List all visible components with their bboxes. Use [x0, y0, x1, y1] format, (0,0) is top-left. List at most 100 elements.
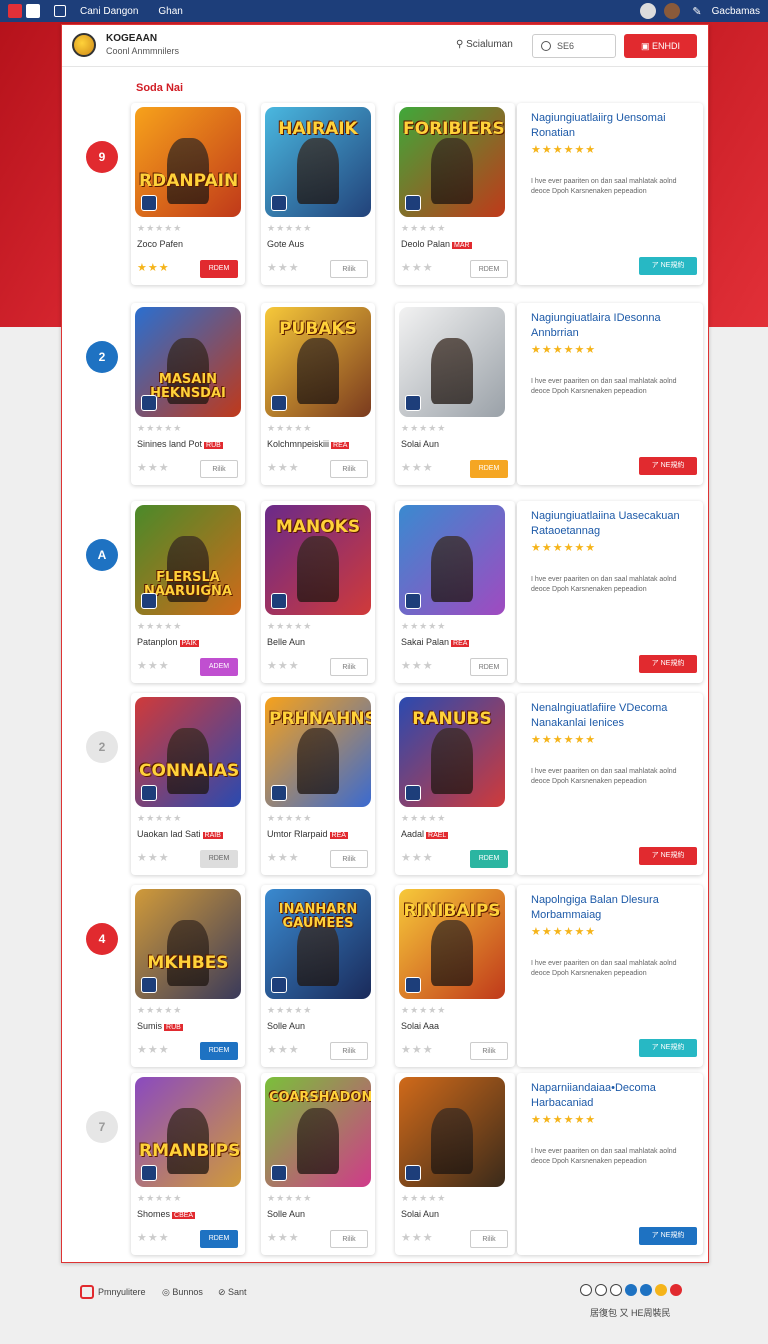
game-card[interactable]: COARSHADON ★★★★★ Solle Aun ★★★ Rilik: [261, 1073, 375, 1255]
header-action-button[interactable]: ▣ ENHDI: [624, 34, 697, 58]
avatar[interactable]: [664, 3, 681, 19]
rating-stars: ★★★★★: [267, 223, 313, 233]
tray-icon[interactable]: [54, 5, 66, 17]
game-detail-title[interactable]: Naparniiandaiaa•Decoma Harbacaniad: [531, 1081, 691, 1111]
app-logo-alt-icon[interactable]: [26, 4, 40, 18]
card-action-button[interactable]: RDEM: [470, 460, 508, 478]
detail-action-button[interactable]: ア NE規約: [639, 1227, 697, 1245]
platform-icon: [405, 977, 421, 993]
game-card[interactable]: ★★★★★ Solai Aun ★★★ RDEM: [395, 303, 515, 485]
game-card[interactable]: HAIRAIK ★★★★★ Gote Aus ★★★ Rilik: [261, 103, 375, 285]
game-thumbnail[interactable]: PUBAKS: [265, 307, 371, 417]
game-detail-title[interactable]: Nagiungiuatlaiirg Uensomai Ronatian: [531, 111, 691, 141]
game-thumbnail[interactable]: HAIRAIK: [265, 107, 371, 217]
detail-action-button[interactable]: ア NE規約: [639, 847, 697, 865]
rating-stars: ★★★: [401, 660, 434, 672]
game-thumbnail[interactable]: [399, 1077, 505, 1187]
detail-action-button[interactable]: ア NE規約: [639, 655, 697, 673]
game-card[interactable]: CONNAIAS ★★★★★ Uaokan lad Sati RAIB ★★★ R…: [131, 693, 245, 875]
card-action-button[interactable]: ADEM: [200, 658, 238, 676]
game-thumbnail[interactable]: INANHARN GAUMEES: [265, 889, 371, 999]
game-detail-card[interactable]: Nagiungiuatlaiina Uasecakuan Rataoetanna…: [517, 501, 703, 683]
game-card[interactable]: PUBAKS ★★★★★ Kolchmnpeiskiii REA ★★★ Rili…: [261, 303, 375, 485]
social-icon[interactable]: [610, 1284, 622, 1296]
game-thumbnail[interactable]: COARSHADON: [265, 1077, 371, 1187]
game-thumbnail[interactable]: FORIBIERS: [399, 107, 505, 217]
game-card[interactable]: MANOKS ★★★★★ Belle Aun ★★★ Rilik: [261, 501, 375, 683]
game-tag: RUB: [164, 1024, 183, 1031]
game-detail-title[interactable]: Napolngiga Balan Dlesura Morbammaiag: [531, 893, 691, 923]
card-action-button[interactable]: Rilik: [200, 460, 238, 478]
card-action-button[interactable]: RDEM: [200, 1230, 238, 1248]
card-action-button[interactable]: Rilik: [470, 1042, 508, 1060]
card-action-button[interactable]: RDEM: [470, 850, 508, 868]
card-action-button[interactable]: Rilik: [470, 1230, 508, 1248]
game-card[interactable]: MASAIN HEKNSDAI ★★★★★ Sinines land Pot RU…: [131, 303, 245, 485]
card-action-button[interactable]: Rilik: [330, 260, 368, 278]
game-detail-card[interactable]: Nagiungiuatlaira IDesonna Annbrrian ★★★★…: [517, 303, 703, 485]
game-card[interactable]: INANHARN GAUMEES ★★★★★ Solle Aun ★★★ Ril…: [261, 885, 375, 1067]
game-detail-title[interactable]: Nagiungiuatlaira IDesonna Annbrrian: [531, 311, 691, 341]
footer-link-2[interactable]: ◎ Bunnos: [162, 1287, 203, 1298]
game-name: Solai Aaa: [401, 1021, 440, 1031]
footer-link-3[interactable]: ⊘ Sant: [218, 1287, 247, 1298]
avatar[interactable]: [640, 3, 657, 19]
social-icon[interactable]: [625, 1284, 637, 1296]
game-detail-title[interactable]: Nagiungiuatlaiina Uasecakuan Rataoetanna…: [531, 509, 691, 539]
social-icon[interactable]: [580, 1284, 592, 1296]
game-thumbnail[interactable]: MANOKS: [265, 505, 371, 615]
card-action-button[interactable]: Rilik: [330, 1230, 368, 1248]
game-card[interactable]: RMANBIPS ★★★★★ Shomes CBEA ★★★ RDEM: [131, 1073, 245, 1255]
game-thumbnail[interactable]: MASAIN HEKNSDAI: [135, 307, 241, 417]
detail-action-button[interactable]: ア NE規約: [639, 257, 697, 275]
game-detail-card[interactable]: Nenalngiuatlafiire VDecoma Nanakanlai Ie…: [517, 693, 703, 875]
game-card[interactable]: ★★★★★ Solai Aun ★★★ Rilik: [395, 1073, 515, 1255]
game-thumbnail[interactable]: [399, 307, 505, 417]
game-detail-card[interactable]: Naparniiandaiaa•Decoma Harbacaniad ★★★★★…: [517, 1073, 703, 1255]
game-card[interactable]: FLERSLA NAARUIGNA ★★★★★ Patanplon PAIK ★★…: [131, 501, 245, 683]
game-thumbnail[interactable]: RMANBIPS: [135, 1077, 241, 1187]
game-card[interactable]: ★★★★★ Sakai Palan REA ★★★ RDEM: [395, 501, 515, 683]
detail-action-button[interactable]: ア NE規約: [639, 457, 697, 475]
game-card[interactable]: MKHBES ★★★★★ Sumis RUB ★★★ RDEM: [131, 885, 245, 1067]
game-thumbnail[interactable]: PRHNAHNS: [265, 697, 371, 807]
social-icon[interactable]: [595, 1284, 607, 1296]
game-thumbnail[interactable]: RDANPAIN: [135, 107, 241, 217]
card-action-button[interactable]: RDEM: [200, 260, 238, 278]
game-detail-title[interactable]: Nenalngiuatlafiire VDecoma Nanakanlai Ie…: [531, 701, 691, 731]
game-thumbnail[interactable]: MKHBES: [135, 889, 241, 999]
game-detail-card[interactable]: Nagiungiuatlaiirg Uensomai Ronatian ★★★★…: [517, 103, 703, 285]
detail-action-button[interactable]: ア NE規約: [639, 1039, 697, 1057]
card-action-button[interactable]: Rilik: [330, 1042, 368, 1060]
game-detail-card[interactable]: Napolngiga Balan Dlesura Morbammaiag ★★★…: [517, 885, 703, 1067]
game-thumbnail[interactable]: [399, 505, 505, 615]
social-icon[interactable]: [640, 1284, 652, 1296]
card-action-button[interactable]: RDEM: [470, 658, 508, 676]
search-link[interactable]: ⚲ Scialuman: [456, 39, 513, 50]
pen-icon[interactable]: ✎: [692, 5, 701, 18]
social-icon[interactable]: [655, 1284, 667, 1296]
footer-link-1[interactable]: Pmnyulitere: [98, 1287, 146, 1297]
game-thumbnail[interactable]: RANUBS: [399, 697, 505, 807]
top-nav-link-2[interactable]: Ghan: [158, 6, 182, 17]
app-logo-icon[interactable]: [8, 4, 22, 18]
card-action-button[interactable]: RDEM: [200, 1042, 238, 1060]
game-tag: MAR: [452, 242, 472, 249]
card-action-button[interactable]: Rilik: [330, 658, 368, 676]
card-action-button[interactable]: Rilik: [330, 460, 368, 478]
card-action-button[interactable]: RDEM: [200, 850, 238, 868]
game-thumbnail[interactable]: RINIBAIPS: [399, 889, 505, 999]
top-nav-link-1[interactable]: Cani Dangon: [80, 6, 138, 17]
game-card[interactable]: FORIBIERS ★★★★★ Deolo Palan MAR ★★★ RDEM: [395, 103, 515, 285]
card-action-button[interactable]: RDEM: [470, 260, 508, 278]
game-card[interactable]: RINIBAIPS ★★★★★ Solai Aaa ★★★ Rilik: [395, 885, 515, 1067]
game-thumbnail[interactable]: FLERSLA NAARUIGNA: [135, 505, 241, 615]
game-thumbnail[interactable]: CONNAIAS: [135, 697, 241, 807]
game-card[interactable]: PRHNAHNS ★★★★★ Umtor Rlarpaid REA ★★★ Ril…: [261, 693, 375, 875]
card-action-button[interactable]: Rilik: [330, 850, 368, 868]
user-menu[interactable]: Gacbamas: [712, 6, 760, 17]
search-input[interactable]: SE6: [532, 34, 616, 58]
social-icon[interactable]: [670, 1284, 682, 1296]
game-card[interactable]: RANUBS ★★★★★ Aadal RAEL ★★★ RDEM: [395, 693, 515, 875]
game-card[interactable]: RDANPAIN ★★★★★ Zoco Pafen ★★★ RDEM: [131, 103, 245, 285]
